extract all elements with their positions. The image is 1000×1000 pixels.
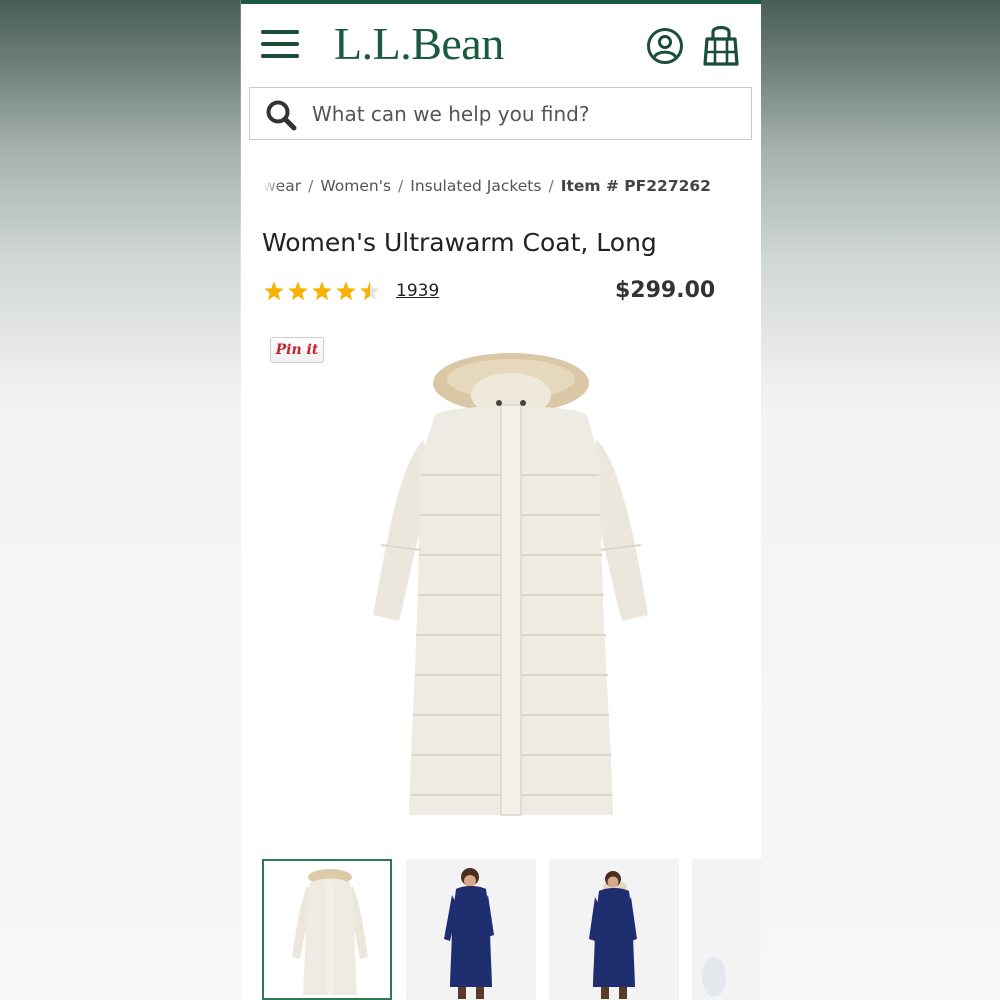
thumbnail-partial[interactable] [692, 859, 761, 1000]
breadcrumb-separator: / [548, 177, 554, 195]
search-input[interactable] [312, 98, 732, 130]
breadcrumb-separator: / [398, 177, 404, 195]
review-count-link[interactable]: 1939 [396, 281, 439, 301]
product-title: Women's Ultrawarm Coat, Long [262, 228, 657, 257]
search-icon[interactable] [264, 98, 298, 132]
background-blur-right [760, 0, 1000, 1000]
breadcrumb-fade [263, 177, 281, 201]
brand-logo[interactable]: L.L.Bean [334, 16, 504, 72]
product-thumbnails [262, 859, 761, 1000]
account-icon[interactable] [645, 26, 685, 66]
pinterest-pin-it-button[interactable]: Pin it [270, 337, 324, 363]
breadcrumb-link-insulated-jackets[interactable]: Insulated Jackets [410, 177, 541, 195]
thumbnail-navy-coat-model-1[interactable] [406, 859, 536, 1000]
thumbnail-cream-coat[interactable] [262, 859, 392, 1000]
product-page: L.L.Bean wear/W [241, 0, 761, 1000]
shopping-bag-icon[interactable] [701, 22, 741, 68]
search-bar [249, 87, 752, 140]
site-header: L.L.Bean [241, 4, 761, 80]
breadcrumb: wear / Women's / Insulated Jackets / Item # PF… [263, 177, 753, 201]
star-rating-icon [264, 281, 380, 301]
hamburger-menu-icon[interactable] [261, 30, 299, 58]
product-price: $299.00 [615, 278, 716, 303]
product-main-image[interactable] [351, 345, 651, 830]
background-blur-left [0, 0, 240, 1000]
thumbnail-navy-coat-model-2[interactable] [549, 859, 679, 1000]
breadcrumb-separator: / [308, 177, 314, 195]
breadcrumb-link-womens[interactable]: Women's [320, 177, 391, 195]
item-number: Item # PF227262 [560, 177, 711, 195]
